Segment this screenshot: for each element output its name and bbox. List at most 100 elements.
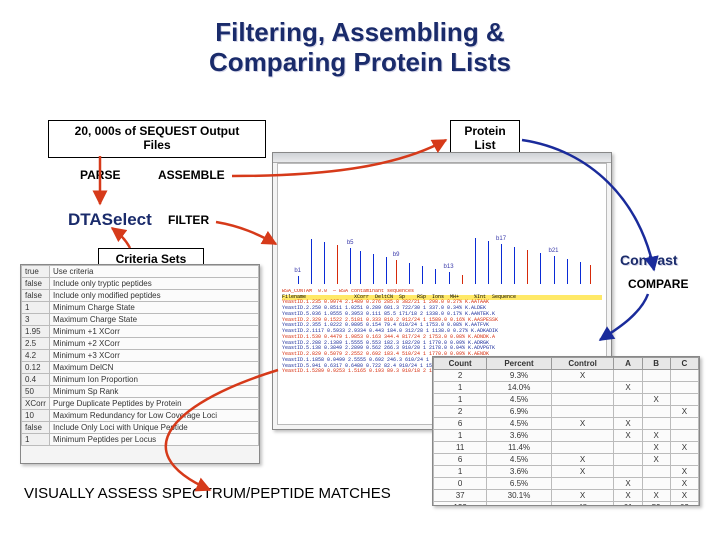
table-cell: Minimum Peptides per Locus: [50, 434, 259, 446]
table-cell: 30.1%: [487, 490, 551, 502]
table-cell: [551, 394, 614, 406]
table-cell: 9.3%: [487, 370, 551, 382]
table-cell: 4.5%: [487, 454, 551, 466]
table-cell: [670, 394, 698, 406]
table-cell: 0.4: [22, 374, 50, 386]
table-cell: X: [670, 442, 698, 454]
table-cell: X: [614, 418, 642, 430]
table-cell: X: [551, 454, 614, 466]
dtaselect-label: DTASelect: [68, 210, 152, 230]
table-cell: 2: [434, 406, 487, 418]
table-cell: Minimum Sp Rank: [50, 386, 259, 398]
table-cell: 1.95: [22, 326, 50, 338]
table-cell: 4.5%: [487, 394, 551, 406]
table-cell: [670, 454, 698, 466]
contrast-label: Contrast: [620, 252, 678, 268]
table-cell: [614, 454, 642, 466]
table-cell: X: [670, 478, 698, 490]
table-cell: true: [22, 266, 50, 278]
table-cell: false: [22, 290, 50, 302]
table-cell: [642, 370, 670, 382]
table-cell: X: [614, 490, 642, 502]
table-cell: X: [551, 370, 614, 382]
table-cell: Maximum Charge State: [50, 314, 259, 326]
table-header: C: [670, 358, 698, 370]
table-cell: X: [642, 454, 670, 466]
criteria-panel: trueUse criteriafalseInclude only trypti…: [20, 264, 260, 464]
table-cell: 62: [670, 502, 698, 506]
table-cell: Include only modified peptides: [50, 290, 259, 302]
table-cell: X: [551, 490, 614, 502]
table-cell: Maximum Redundancy for Low Coverage Loci: [50, 410, 259, 422]
table-cell: Minimum +2 XCorr: [50, 338, 259, 350]
table-cell: 4.5%: [487, 418, 551, 430]
table-cell: 1: [22, 302, 50, 314]
criteria-table: trueUse criteriafalseInclude only trypti…: [21, 265, 259, 446]
table-cell: 3.6%: [487, 430, 551, 442]
table-cell: [614, 442, 642, 454]
sequest-output-box: 20, 000s of SEQUEST Output Files: [48, 120, 266, 158]
table-cell: X: [551, 418, 614, 430]
table-cell: 10: [22, 410, 50, 422]
table-cell: 59: [642, 502, 670, 506]
table-cell: [642, 478, 670, 490]
table-cell: [551, 382, 614, 394]
table-cell: X: [614, 382, 642, 394]
table-cell: [642, 466, 670, 478]
table-cell: 3.6%: [487, 466, 551, 478]
table-cell: 6: [434, 418, 487, 430]
assemble-label: ASSEMBLE: [158, 168, 225, 182]
table-cell: false: [22, 278, 50, 290]
table-cell: X: [670, 490, 698, 502]
table-cell: 2.5: [22, 338, 50, 350]
table-cell: [551, 430, 614, 442]
table-cell: [642, 382, 670, 394]
table-cell: [670, 370, 698, 382]
table-cell: 4.2: [22, 350, 50, 362]
table-cell: 1: [434, 430, 487, 442]
table-cell: X: [642, 430, 670, 442]
table-cell: X: [670, 466, 698, 478]
table-cell: X: [614, 478, 642, 490]
table-cell: X: [614, 430, 642, 442]
table-cell: 0: [434, 478, 487, 490]
table-cell: false: [22, 422, 50, 434]
table-cell: 50: [22, 386, 50, 398]
filter-label: FILTER: [168, 213, 209, 227]
table-cell: 6.9%: [487, 406, 551, 418]
table-cell: 6.5%: [487, 478, 551, 490]
table-cell: 61: [614, 502, 642, 506]
table-cell: 14.0%: [487, 382, 551, 394]
table-cell: XCorr: [22, 398, 50, 410]
table-cell: 48: [551, 502, 614, 506]
compare-label: COMPARE: [628, 277, 688, 291]
table-header: Percent: [487, 358, 551, 370]
table-cell: Purge Duplicate Peptides by Protein: [50, 398, 259, 410]
table-cell: 1: [434, 394, 487, 406]
parse-label: PARSE: [80, 168, 120, 182]
table-cell: 11.4%: [487, 442, 551, 454]
table-cell: Minimum Ion Proportion: [50, 374, 259, 386]
table-cell: 0.12: [22, 362, 50, 374]
table-cell: Maximum DelCN: [50, 362, 259, 374]
table-cell: Include Only Loci with Unique Peptide: [50, 422, 259, 434]
table-cell: [670, 430, 698, 442]
slide-title: Filtering, Assembling & Comparing Protei…: [0, 0, 720, 78]
table-cell: 1: [22, 434, 50, 446]
table-cell: 11: [434, 442, 487, 454]
table-cell: X: [642, 442, 670, 454]
table-cell: 123: [434, 502, 487, 506]
table-cell: X: [642, 394, 670, 406]
footer-text: VISUALLY ASSESS SPECTRUM/PEPTIDE MATCHES: [24, 485, 391, 502]
table-cell: [551, 442, 614, 454]
table-cell: [551, 406, 614, 418]
table-cell: 2: [434, 370, 487, 382]
table-cell: 3: [22, 314, 50, 326]
table-cell: [487, 502, 551, 506]
table-cell: [551, 478, 614, 490]
table-cell: [614, 466, 642, 478]
table-cell: Minimum Charge State: [50, 302, 259, 314]
table-header: Count: [434, 358, 487, 370]
table-cell: [642, 418, 670, 430]
table-cell: [614, 394, 642, 406]
